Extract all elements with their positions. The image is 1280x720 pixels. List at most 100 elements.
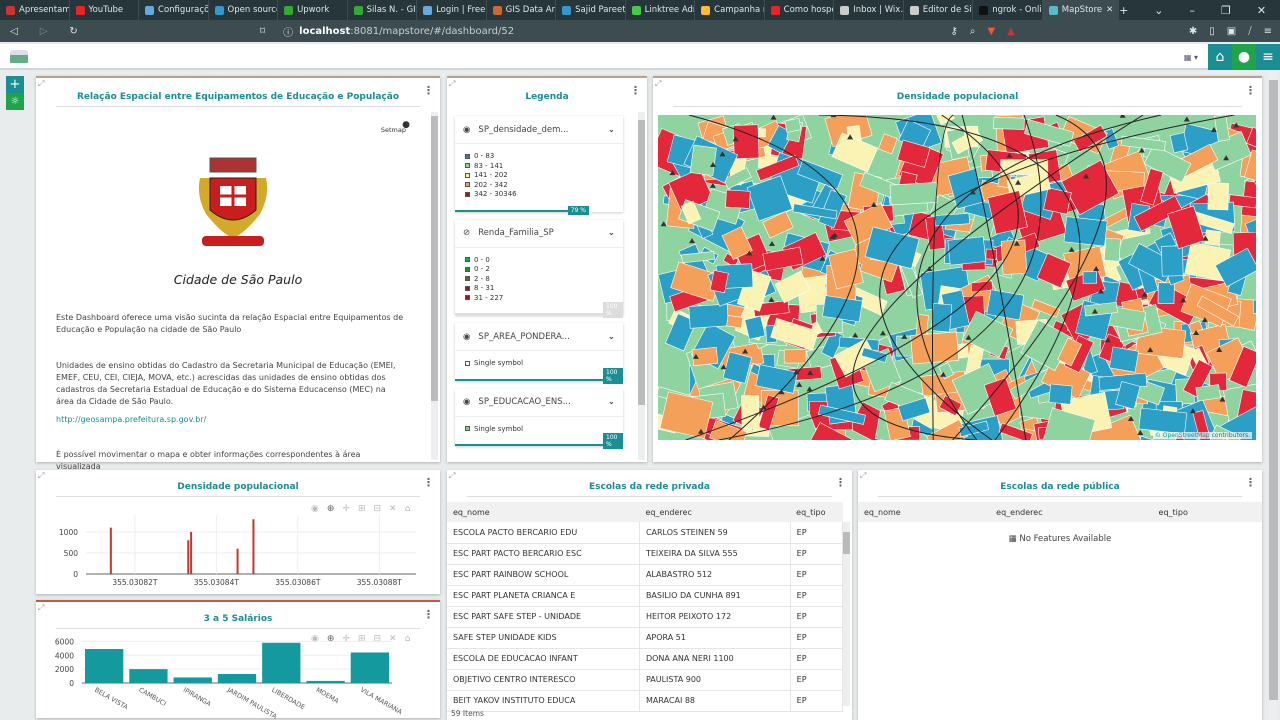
column-header[interactable]: eq_tipo <box>1152 502 1262 522</box>
close-window-icon[interactable]: ✕ <box>1257 4 1266 17</box>
browser-tab[interactable]: GIS Data An <box>487 0 557 20</box>
column-header[interactable]: eq_nome <box>447 502 640 522</box>
y-tick-label: 2000 <box>55 665 74 674</box>
minimize-icon[interactable]: – <box>1190 4 1196 17</box>
close-tab-icon[interactable]: ✕ <box>1106 5 1113 15</box>
reload-icon[interactable]: ↻ <box>69 26 77 37</box>
browser-tab[interactable]: MapStore ✕ <box>1042 0 1120 20</box>
table-row[interactable]: BEIT YAKOV INSTITUTO EDUCA MARACAI 88 EP <box>447 690 844 712</box>
table-row[interactable]: ESCOLA DE EDUCACAO INFANT DONA ANA NERI 1… <box>447 648 844 670</box>
home-button[interactable]: ⌂ <box>1208 44 1232 70</box>
tab-list-icon[interactable]: ⌄ <box>1154 4 1163 17</box>
table-scrollbar[interactable] <box>843 522 850 706</box>
app-logo[interactable] <box>10 50 28 63</box>
resize-handle[interactable]: ⤢ <box>655 79 661 89</box>
column-header[interactable]: eq_enderec <box>639 502 791 522</box>
browser-tab[interactable]: Upwork <box>278 0 348 20</box>
eye-slash-icon[interactable]: ⊘ <box>463 228 470 238</box>
geosampa-link[interactable]: http://geosampa.prefeitura.sp.gov.br/ <box>56 414 406 426</box>
browser-tab[interactable]: Configuraçõ <box>139 0 209 20</box>
browser-tab[interactable]: Inbox | Wix.c <box>834 0 904 20</box>
tab-label: Upwork <box>297 5 330 15</box>
site-info-icon[interactable]: ⓘ <box>283 24 293 39</box>
chevron-down-icon[interactable]: ⌄ <box>608 228 615 238</box>
opacity-slider[interactable] <box>455 444 623 446</box>
text-scrollbar[interactable] <box>431 112 438 460</box>
layer-name: SP_EDUCACAO_ENS... <box>478 397 571 407</box>
table-row[interactable]: ESC PART PACTO BERCARIO ESC TEIXEIRA DA S… <box>447 543 844 565</box>
salary-bar-chart[interactable]: 0200040006000BELA VISTA CAMBUCI IPIRANGA JA… <box>36 602 440 720</box>
language-selector[interactable]: ▦ ▾ <box>1184 53 1198 62</box>
brave-shield-icon[interactable]: ▼ <box>987 26 995 37</box>
sidebar-icon[interactable]: ▯ <box>1209 26 1215 37</box>
map-polygon <box>784 118 802 133</box>
extensions-icon[interactable]: ✱ <box>1189 26 1197 37</box>
resize-handle[interactable]: ⤢ <box>38 79 44 89</box>
browser-tab[interactable]: Editor de Sit <box>904 0 974 20</box>
eye-icon[interactable]: ◉ <box>463 125 470 135</box>
column-header[interactable]: eq_enderec <box>990 502 1153 522</box>
resize-handle[interactable]: ⤢ <box>860 471 866 481</box>
forward-icon[interactable]: ▷ <box>40 26 48 37</box>
burger-menu-button[interactable]: ≡ <box>1256 44 1280 70</box>
eye-icon[interactable]: ◉ <box>463 332 470 342</box>
chevron-down-icon[interactable]: ⌄ <box>608 125 615 135</box>
chevron-down-icon[interactable]: ⌄ <box>608 332 615 342</box>
browser-tab[interactable]: Login | Freel <box>417 0 487 20</box>
key-icon[interactable]: ⚷ <box>951 26 958 37</box>
zoom-icon[interactable]: ⌕ <box>970 26 976 37</box>
wallet-icon[interactable]: ▣ <box>1227 26 1236 37</box>
browser-tab[interactable]: Apresentam <box>0 0 70 20</box>
table-cell: EP <box>790 522 844 544</box>
user-button[interactable]: ● <box>1232 44 1256 70</box>
browser-tab[interactable]: Open source <box>209 0 279 20</box>
browser-tab[interactable]: Como hospe <box>765 0 835 20</box>
opacity-slider[interactable] <box>455 313 623 315</box>
map-polygon <box>1000 239 1028 275</box>
new-tab-button[interactable]: + <box>1119 4 1128 17</box>
browser-tab[interactable]: Linktree Adm <box>626 0 696 20</box>
table-row[interactable]: ESCOLA PACTO BERCARIO EDU CARLOS STEINEN … <box>447 522 844 544</box>
browser-tab[interactable]: YouTube <box>70 0 140 20</box>
city-name: Cidade de São Paulo <box>173 272 303 287</box>
table-row[interactable]: OBJETIVO CENTRO INTERESCO PAULISTA 900 EP <box>447 669 844 691</box>
opacity-value: 100 % <box>603 367 623 384</box>
column-header[interactable]: eq_nome <box>858 502 991 522</box>
map-polygon <box>947 236 987 266</box>
url-field[interactable]: ⓘ localhost:8081/mapstore/#/dashboard/52 <box>265 22 925 40</box>
menu-icon[interactable]: ≡ <box>1264 26 1272 37</box>
url-path: :8081/mapstore/#/dashboard/52 <box>350 25 515 37</box>
page-scrollbar[interactable] <box>1269 72 1278 720</box>
light-icon[interactable]: ☼ <box>6 93 24 110</box>
resize-handle[interactable]: ⤢ <box>449 79 455 89</box>
osm-link[interactable]: © OpenStreetMap <box>1155 432 1210 439</box>
browser-tab[interactable]: Campanha n <box>695 0 765 20</box>
legend-entry: 202 - 342 <box>465 181 613 191</box>
resize-handle[interactable]: ⤢ <box>449 471 455 481</box>
column-header[interactable]: eq_tipo <box>790 502 843 522</box>
table-cell: MARACAI 88 <box>639 690 791 712</box>
table-row[interactable]: ESC PART SAFE STEP - UNIDADE HEITOR PEIXO… <box>447 606 844 628</box>
density-bar-chart[interactable]: 0 500 1000 355.03082T 355.03084T 355.03086T 35… <box>36 470 440 594</box>
back-icon[interactable]: ◁ <box>10 26 18 37</box>
table-row[interactable]: ESC PART RAINBOW SCHOOL ALABASTRO 512 EP <box>447 564 844 586</box>
legend-scrollbar[interactable] <box>638 112 645 460</box>
opacity-slider[interactable] <box>455 378 623 381</box>
map-polygon <box>1048 383 1073 405</box>
table-row[interactable]: ESC PART PLANETA CRIANCA E BASILIO DA CUN… <box>447 585 844 607</box>
profile-icon[interactable]: ⧸ <box>1248 26 1251 37</box>
opacity-value: 100 % <box>603 302 623 318</box>
eye-icon[interactable]: ◉ <box>463 397 470 407</box>
restore-icon[interactable]: ❐ <box>1221 4 1231 17</box>
browser-tab[interactable]: Silas N. - GIS <box>348 0 418 20</box>
brave-rewards-icon[interactable]: ▲ <box>1007 26 1015 37</box>
table-row[interactable]: SAFE STEP UNIDADE KIDS APORA 51 EP <box>447 627 844 649</box>
chevron-down-icon[interactable]: ⌄ <box>608 397 615 407</box>
browser-tab[interactable]: ngrok - Onli <box>973 0 1043 20</box>
population-density-map[interactable] <box>658 115 1256 440</box>
add-widget-button[interactable]: + <box>6 76 24 93</box>
x-tick-label: IPIRANGA <box>182 686 213 709</box>
y-tick-label: 0 <box>73 570 78 579</box>
map-polygon <box>1195 384 1221 402</box>
browser-tab[interactable]: Sajid Pareeth <box>556 0 626 20</box>
